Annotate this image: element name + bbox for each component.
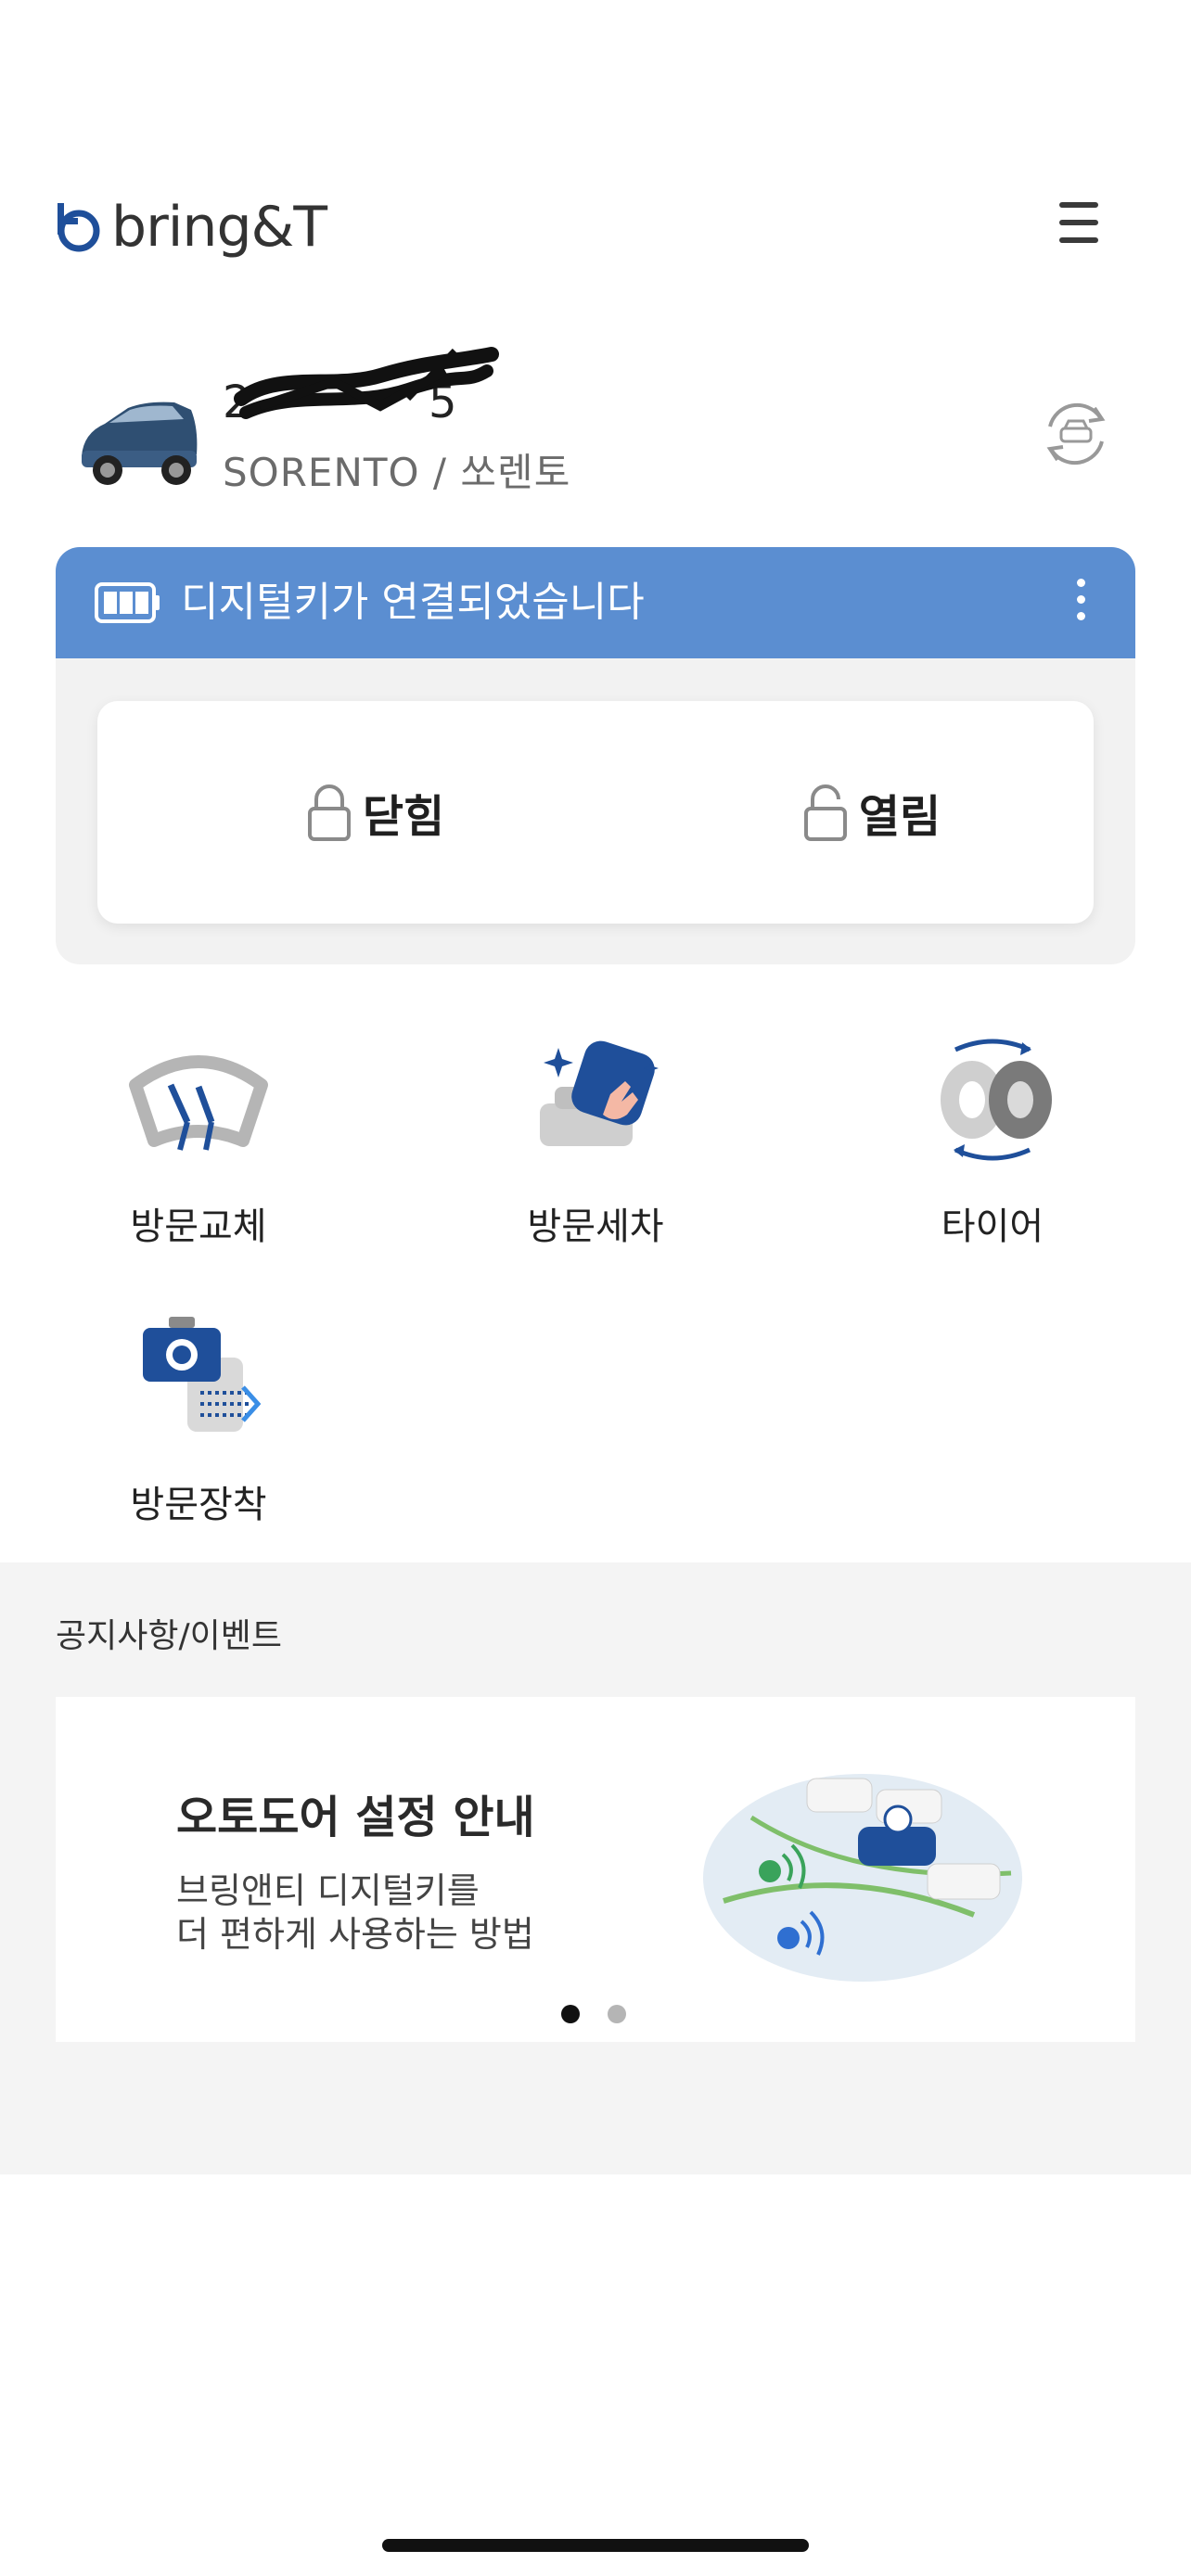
logo-text: bring&T — [111, 195, 327, 260]
notice-section-title: 공지사항/이벤트 — [56, 1617, 282, 1655]
dashcam-icon — [143, 1317, 262, 1432]
home-indicator[interactable] — [382, 2539, 809, 2552]
key-status-text: 디지털키가 연결되었습니다 — [181, 579, 645, 626]
service-tire[interactable]: 타이어 — [853, 1029, 1132, 1261]
tire-icon — [941, 1039, 1052, 1161]
battery-icon — [95, 582, 160, 623]
bring-logo-icon — [58, 203, 100, 252]
redaction-scribble — [234, 347, 499, 419]
car-image — [82, 402, 198, 485]
unlock-label: 열림 — [858, 791, 941, 843]
lock-icon — [307, 784, 351, 841]
service-car-wash[interactable]: 방문세차 — [456, 1029, 735, 1261]
carousel-dot-2[interactable] — [608, 2005, 626, 2023]
unlock-icon — [803, 784, 847, 841]
digital-key-card: 디지털키가 연결되었습니다 닫힘 열림 — [56, 547, 1135, 964]
unlock-button[interactable]: 열림 — [686, 701, 1057, 924]
lock-label: 닫힘 — [362, 791, 445, 843]
car-swap-icon[interactable] — [1037, 395, 1115, 473]
service-label: 방문교체 — [130, 1205, 267, 1248]
lock-button[interactable]: 닫힘 — [190, 701, 561, 924]
car-wash-icon — [540, 1040, 659, 1146]
digital-key-header: 디지털키가 연결되었습니다 — [56, 547, 1135, 658]
hamburger-menu-icon[interactable] — [1048, 202, 1109, 254]
carousel-dot-1[interactable] — [561, 2005, 580, 2023]
banner-headline: 오토도어 설정 안내 — [176, 1792, 535, 1843]
banner-subtext: 더 편하게 사용하는 방법 — [176, 1914, 534, 1955]
notice-banner[interactable]: 오토도어 설정 안내 브링앤티 디지털키를 더 편하게 사용하는 방법 — [56, 1697, 1135, 2042]
parking-lot-illustration — [703, 1774, 1022, 1982]
notice-section: 공지사항/이벤트 오토도어 설정 안내 브링앤티 디지털키를 더 편하게 사용하… — [0, 1562, 1191, 2174]
more-vertical-icon[interactable] — [1067, 579, 1095, 631]
service-dashcam[interactable]: 방문장착 — [59, 1307, 338, 1539]
vehicle-model: SORENTO / 쏘렌토 — [223, 450, 571, 495]
service-label: 타이어 — [941, 1205, 1044, 1248]
lock-controls: 닫힘 열림 — [97, 701, 1094, 924]
service-label: 방문장착 — [130, 1484, 267, 1526]
service-wiper[interactable]: 방문교체 — [59, 1029, 338, 1261]
service-label: 방문세차 — [527, 1205, 664, 1248]
brand-logo: bring&T — [54, 195, 327, 260]
wiper-icon — [129, 1055, 268, 1151]
